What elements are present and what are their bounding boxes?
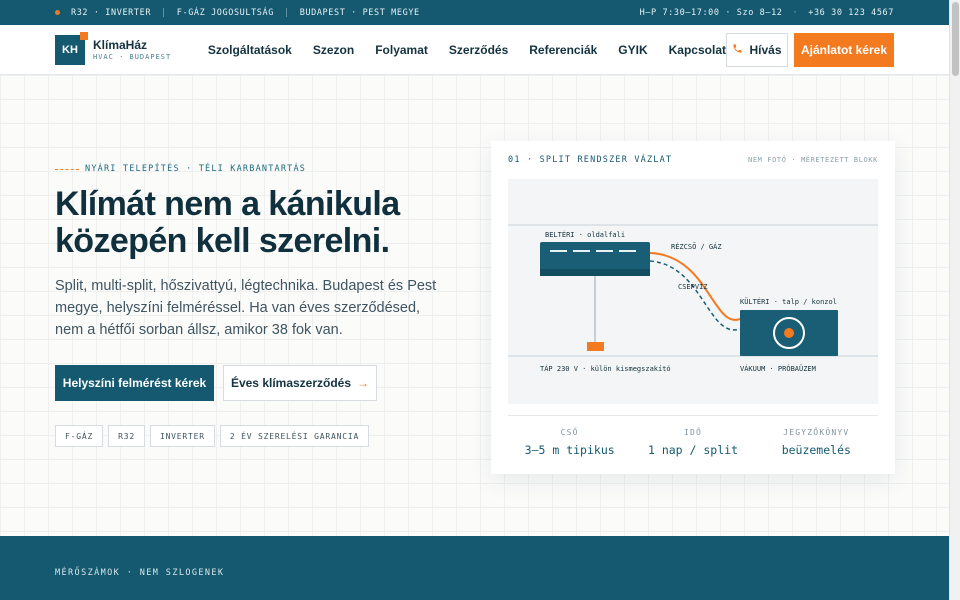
top-info-bar: R32 · INVERTER | F-GÁZ JOGOSULTSÁG | BUD…: [0, 0, 949, 25]
topbar-phone-link[interactable]: +36 30 123 4567: [808, 8, 894, 18]
hero-cta-row: Helyszíni felmérést kérek Éves klímaszer…: [55, 365, 377, 401]
annual-contract-button[interactable]: Éves klímaszerződés →: [223, 365, 377, 401]
topbar-right: H–P 7:30–17:00 · Szo 8–12 · +36 30 123 4…: [640, 8, 894, 18]
outdoor-fan-hub: [784, 328, 794, 338]
spec-pipe: CSŐ 3–5 m tipikus: [508, 428, 631, 457]
topbar-item-license: F-GÁZ JOGOSULTSÁG: [176, 7, 274, 18]
indoor-unit-label: BELTÉRI · oldalfali: [545, 230, 625, 239]
nav-link-contact[interactable]: Kapcsolat: [669, 43, 726, 57]
site-survey-button[interactable]: Helyszíni felmérést kérek: [55, 365, 214, 401]
spec-time: IDŐ 1 nap / split: [631, 428, 754, 457]
diagram-title: 01 · SPLIT RENDSZER VÁZLAT: [508, 155, 673, 165]
diagram-note: NEM FOTÓ · MÉRETEZETT BLOKK: [748, 156, 878, 164]
nav-link-references[interactable]: Referenciák: [529, 43, 597, 57]
spec-value: 1 nap / split: [647, 443, 738, 457]
indoor-unit-base: [540, 269, 650, 276]
brand-logo[interactable]: KH KlímaHáz HVAC · BUDAPEST: [55, 31, 208, 65]
topbar-left: R32 · INVERTER | F-GÁZ JOGOSULTSÁG | BUD…: [55, 8, 420, 18]
diagram-card-header: 01 · SPLIT RENDSZER VÁZLAT NEM FOTÓ · MÉ…: [508, 155, 878, 165]
split-system-schematic: BELTÉRI · oldalfali RÉZCSŐ / GÁZ CSEPVÍZ…: [508, 179, 878, 404]
call-button-label: Hívás: [749, 42, 782, 57]
nav-link-services[interactable]: Szolgáltatások: [208, 43, 292, 57]
arrow-right-icon: →: [357, 376, 370, 390]
tag-warranty: 2 ÉV SZERELÉSI GARANCIA: [219, 425, 370, 447]
nav-link-process[interactable]: Folyamat: [375, 43, 428, 57]
topbar-separator: |: [161, 7, 167, 18]
circuit-breaker: [587, 342, 604, 351]
logo-initials: KH: [62, 43, 78, 56]
diagram-divider: [508, 415, 878, 416]
brand-subtitle: HVAC · BUDAPEST: [93, 53, 172, 61]
scrollbar-thumb[interactable]: [952, 2, 959, 76]
tag-inverter: INVERTER: [149, 425, 215, 447]
eyebrow-dash-line: [55, 168, 79, 170]
nav-actions: Hívás Ajánlatot kérek: [726, 32, 894, 67]
spec-key: CSŐ: [560, 428, 579, 437]
opening-hours: H–P 7:30–17:00 · Szo 8–12: [639, 7, 783, 18]
metrics-section-label: MÉRŐSZÁMOK · NEM SZLOGENEK: [55, 568, 225, 578]
spec-value: beüzemelés: [781, 443, 851, 457]
outdoor-unit-label: KÜLTÉRI · talp / konzol: [740, 297, 837, 306]
spec-key: JEGYZŐKÖNYV: [783, 428, 850, 437]
nav-link-season[interactable]: Szezon: [313, 43, 354, 57]
page-scrollbar[interactable]: [949, 0, 960, 600]
diagram-specs: CSŐ 3–5 m tipikus IDŐ 1 nap / split JEGY…: [508, 428, 878, 457]
topbar-separator: ·: [792, 7, 799, 18]
topbar-item-refrigerant: R32 · INVERTER: [71, 7, 152, 18]
hero-headline: Klímát nem a kánikula közepén kell szere…: [55, 185, 400, 260]
brand-name: KlímaHáz: [93, 38, 148, 52]
nav-link-faq[interactable]: GYIK: [618, 43, 647, 57]
phone-icon: [732, 43, 743, 57]
main-navigation: KH KlímaHáz HVAC · BUDAPEST Szolgáltatás…: [0, 25, 949, 75]
logo-text: KlímaHáz HVAC · BUDAPEST: [93, 38, 171, 61]
spec-key: IDŐ: [683, 428, 703, 437]
nav-link-contract[interactable]: Szerződés: [449, 43, 508, 57]
metrics-section: MÉRŐSZÁMOK · NEM SZLOGENEK: [0, 536, 949, 600]
logo-mark: KH: [55, 31, 88, 65]
topbar-separator: |: [283, 7, 290, 18]
drain-pipe: [649, 260, 741, 331]
split-system-diagram-card: 01 · SPLIT RENDSZER VÁZLAT NEM FOTÓ · MÉ…: [491, 141, 895, 474]
pipe-label: RÉZCSŐ / GÁZ: [671, 242, 722, 251]
eyebrow-text: NYÁRI TELEPÍTÉS · TÉLI KARBANTARTÁS: [85, 164, 307, 174]
spec-report: JEGYZŐKÖNYV beüzemelés: [755, 428, 878, 457]
vacuum-label: VÁKUUM · PRÓBAÜZEM: [740, 364, 816, 373]
power-label: TÁP 230 V · külön kismegszakító: [540, 364, 671, 373]
hero-lead: Split, multi-split, hőszivattyú, légtech…: [55, 278, 437, 338]
drain-label: CSEPVÍZ: [678, 282, 708, 291]
request-quote-button[interactable]: Ajánlatot kérek: [794, 32, 894, 67]
topbar-item-area: BUDAPEST · PEST MEGYE: [299, 7, 420, 18]
hero-eyebrow: NYÁRI TELEPÍTÉS · TÉLI KARBANTARTÁS: [55, 164, 306, 174]
spec-value: 3–5 m tipikus: [524, 443, 615, 457]
logo-accent-square: [80, 31, 88, 40]
status-dot-icon: [55, 10, 60, 15]
tag-fgas: F-GÁZ: [55, 425, 104, 447]
annual-contract-label: Éves klímaszerződés: [230, 376, 352, 390]
feature-tags: F-GÁZ R32 INVERTER 2 ÉV SZERELÉSI GARANC…: [55, 425, 370, 447]
nav-menu: Szolgáltatások Szezon Folyamat Szerződés…: [208, 43, 726, 57]
tag-r32: R32: [108, 425, 145, 447]
call-button[interactable]: Hívás: [726, 32, 788, 67]
